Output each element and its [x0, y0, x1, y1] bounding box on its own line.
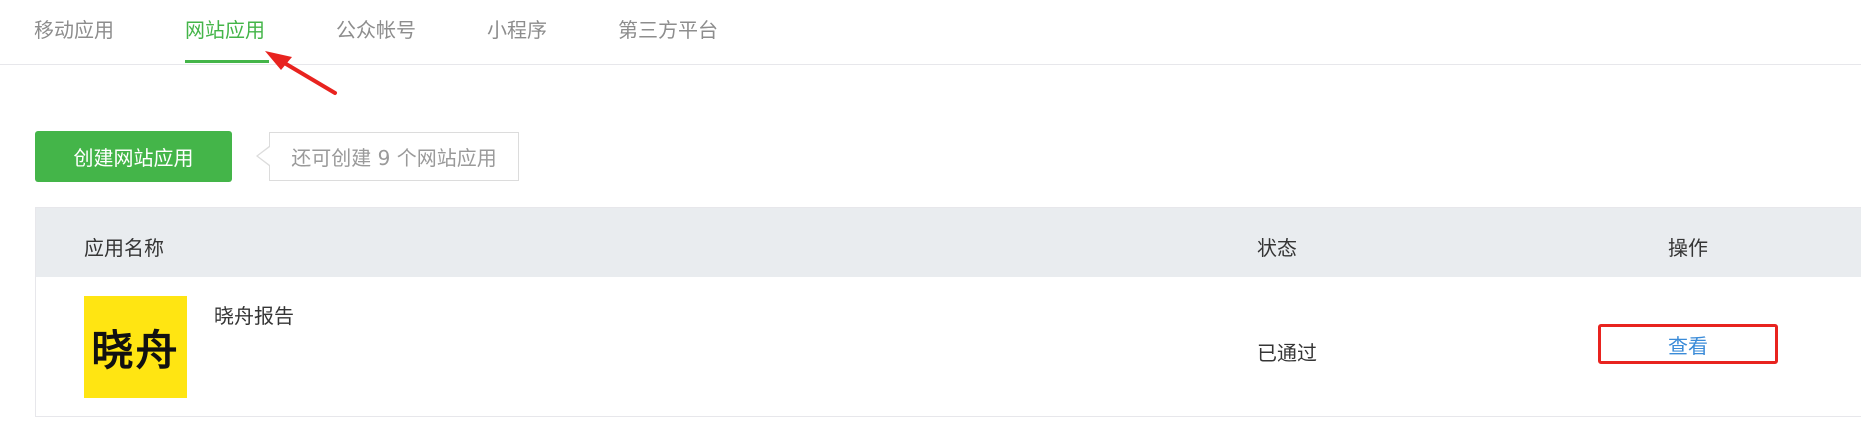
active-tab-underline	[185, 60, 269, 63]
create-website-app-button[interactable]: 创建网站应用	[35, 131, 232, 182]
tip-caret-fill	[258, 147, 270, 165]
remaining-quota-tip: 还可创建 9 个网站应用	[269, 132, 519, 181]
tab-website-apps[interactable]: 网站应用	[185, 14, 265, 43]
tab-third-party-platform[interactable]: 第三方平台	[618, 14, 718, 43]
app-table: 应用名称 状态 操作 晓舟 晓舟报告 已通过 查看	[35, 207, 1861, 417]
view-button[interactable]: 查看	[1598, 324, 1778, 364]
app-logo: 晓舟	[84, 296, 187, 398]
header-status: 状态	[1257, 236, 1297, 260]
app-name: 晓舟报告	[214, 304, 294, 328]
tab-mini-programs[interactable]: 小程序	[487, 14, 547, 43]
tab-official-accounts[interactable]: 公众帐号	[336, 14, 416, 43]
table-header: 应用名称 状态 操作	[36, 208, 1861, 277]
tab-mobile-apps[interactable]: 移动应用	[34, 14, 114, 43]
header-app-name: 应用名称	[84, 236, 164, 260]
table-row	[36, 277, 1861, 416]
status-text: 已通过	[1257, 341, 1317, 365]
tab-bar: 移动应用 网站应用 公众帐号 小程序 第三方平台	[0, 0, 1861, 65]
header-action: 操作	[1668, 236, 1708, 260]
